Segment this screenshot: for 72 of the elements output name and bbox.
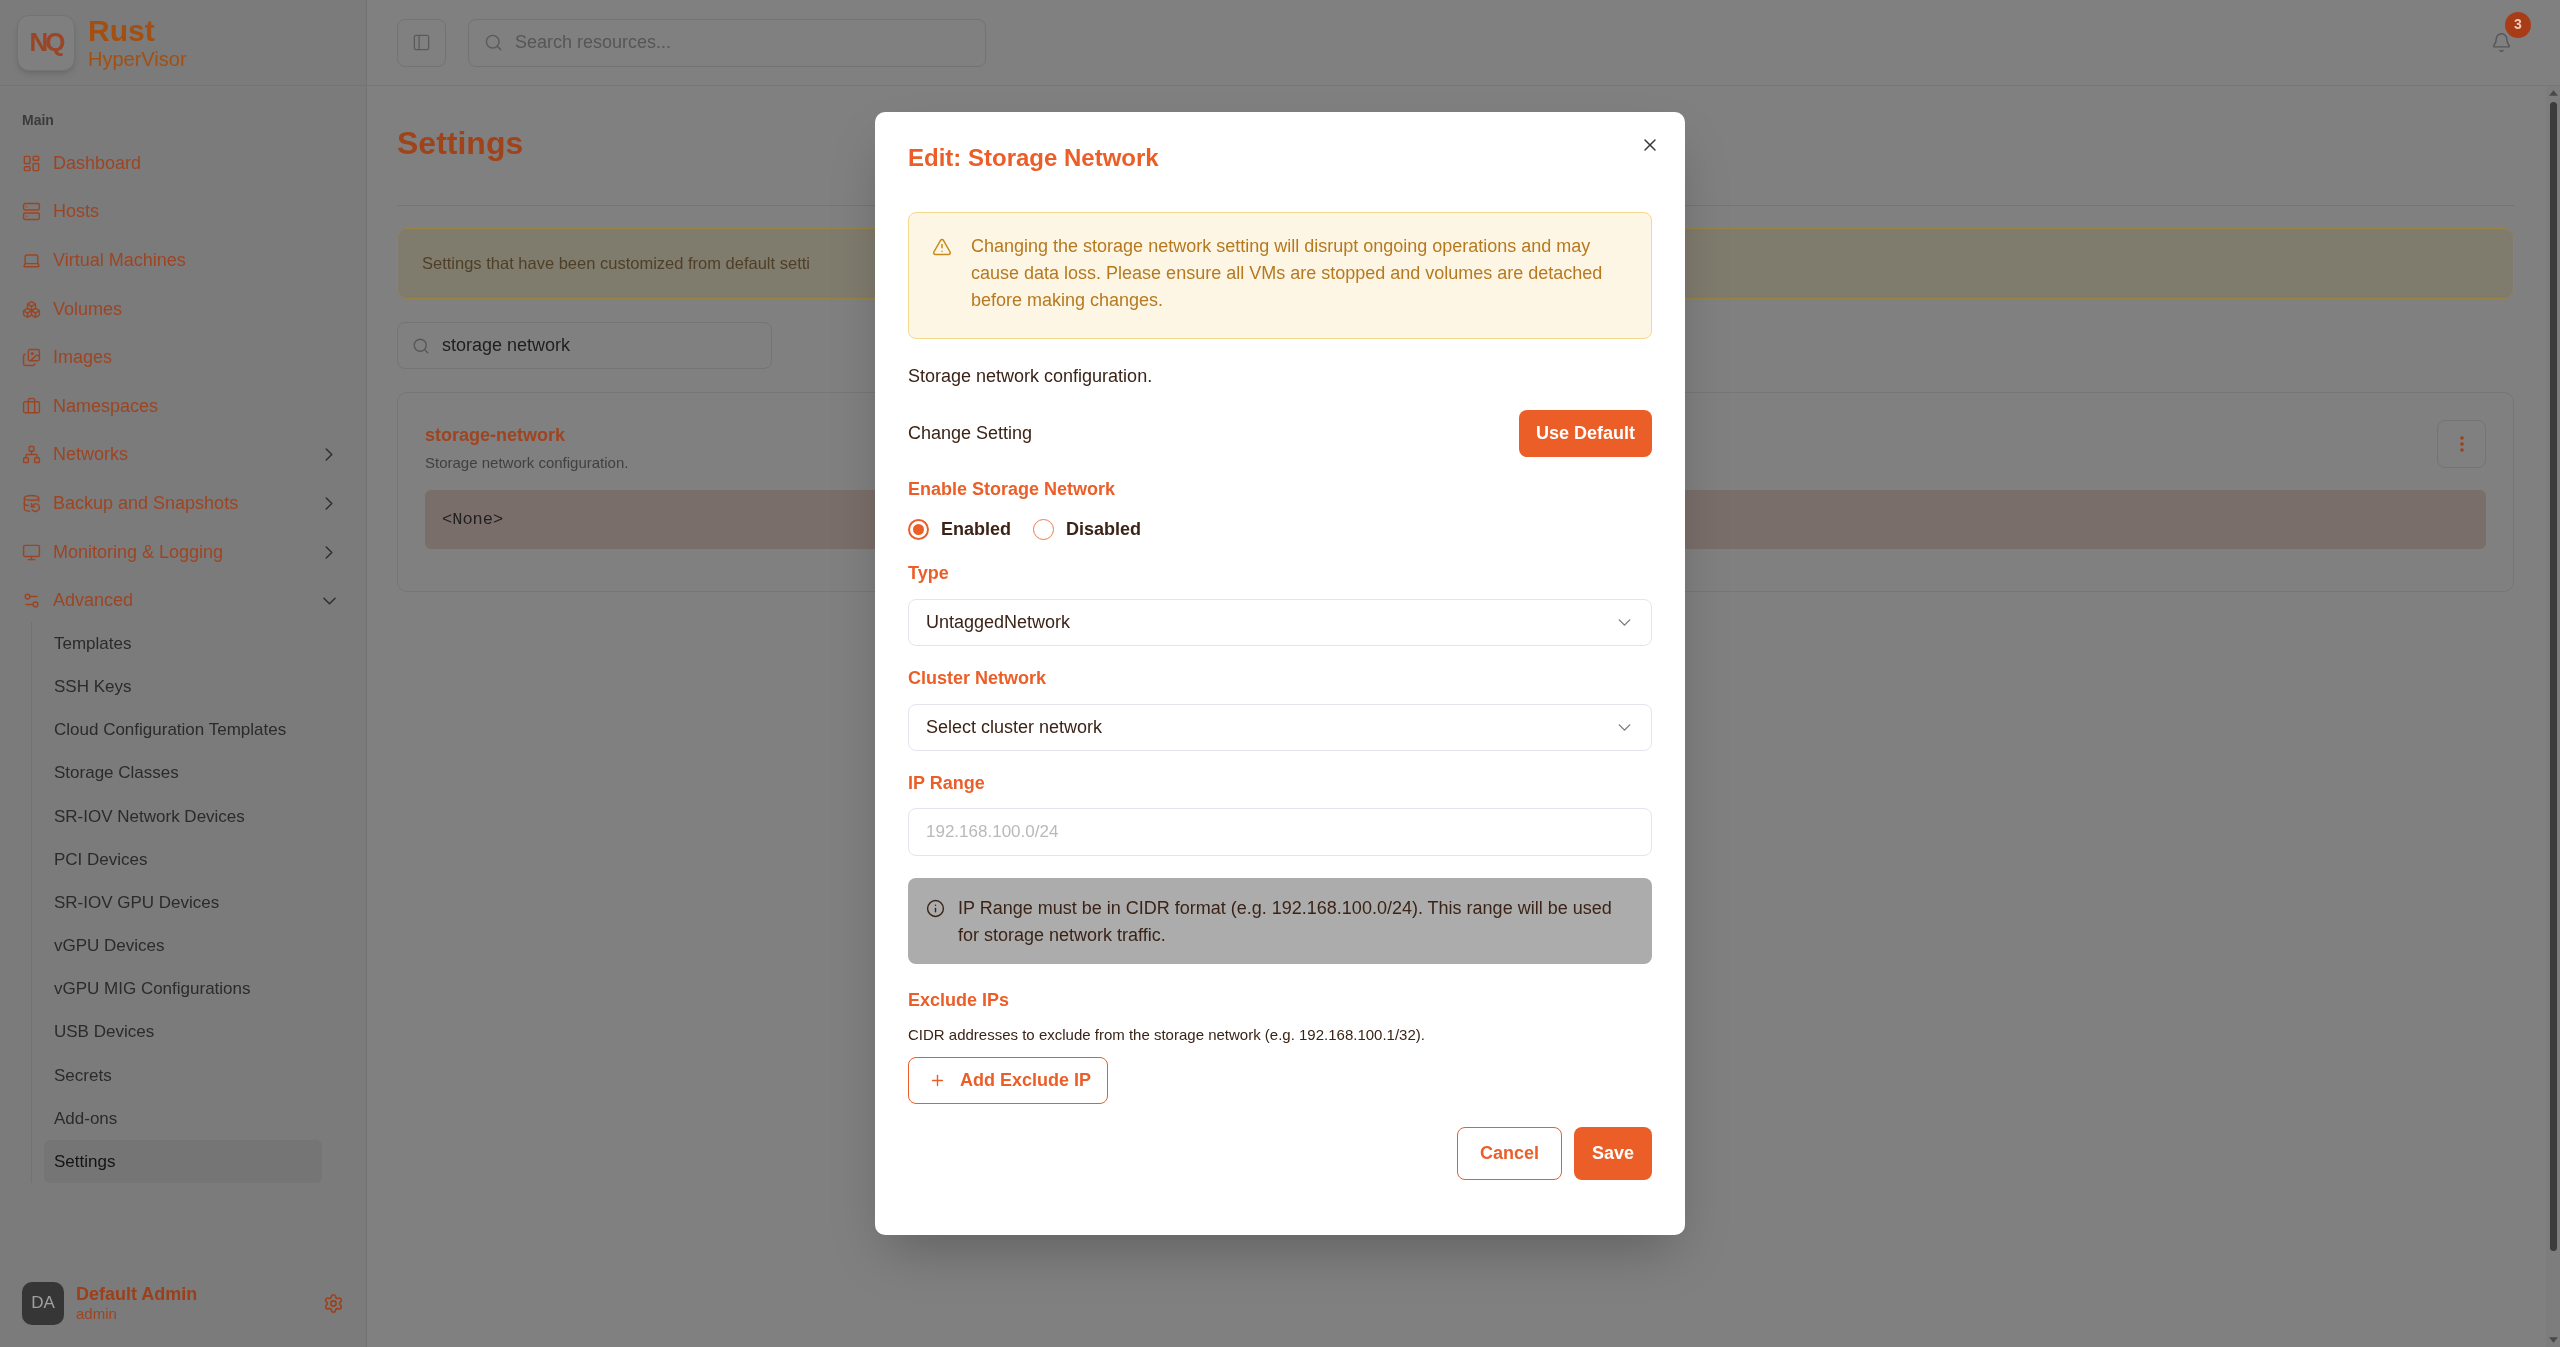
user-avatar: DA bbox=[22, 1281, 64, 1325]
user-name: Default Admin bbox=[76, 1283, 198, 1305]
search-icon bbox=[484, 33, 503, 52]
use-default-button[interactable]: Use Default bbox=[1518, 410, 1652, 457]
field-label: Exclude IPs bbox=[908, 989, 1010, 1012]
sidebar-subitem[interactable]: Secrets bbox=[44, 1053, 322, 1097]
input-field[interactable]: 192.168.100.0/24 bbox=[908, 808, 1652, 856]
info-text: IP Range must be in CIDR format (e.g. 192.168.100.0/24). This range will be used for storage network traffic. bbox=[958, 897, 1613, 947]
filter-field[interactable]: storage network bbox=[397, 322, 772, 369]
brand-title: Rust bbox=[88, 14, 156, 47]
sidebar-subitem[interactable]: SSH Keys bbox=[44, 665, 322, 709]
select-field[interactable]: UntaggedNetwork bbox=[908, 599, 1652, 646]
kebab-icon bbox=[2459, 436, 2464, 452]
change-setting-label: Change Setting bbox=[908, 422, 1033, 445]
setting-description: Storage network configuration. bbox=[425, 453, 629, 473]
scroll-up-icon[interactable] bbox=[2548, 90, 2558, 96]
scroll-down-icon[interactable] bbox=[2548, 1337, 2558, 1343]
setting-name: storage-network bbox=[425, 424, 566, 447]
sidebar-subitem[interactable]: vGPU Devices bbox=[44, 924, 322, 968]
save-button[interactable]: Save bbox=[1573, 1127, 1652, 1180]
page-title: Settings bbox=[397, 124, 524, 163]
server-icon bbox=[22, 202, 41, 222]
plus-icon bbox=[929, 1072, 946, 1089]
monitor-icon bbox=[22, 542, 41, 562]
dialog-title: Edit: Storage Network bbox=[908, 143, 1159, 173]
logo: NQ bbox=[17, 14, 75, 71]
brand-subtitle: HyperVisor bbox=[88, 46, 187, 71]
sidebar-subitem[interactable]: vGPU MIG Configurations bbox=[44, 967, 322, 1011]
radio-label: Enabled bbox=[941, 517, 1011, 541]
user-settings-button[interactable] bbox=[322, 1292, 344, 1314]
warning-icon bbox=[932, 237, 952, 257]
field-label: Type bbox=[908, 562, 949, 585]
add-exclude-ip-button[interactable]: Add Exclude IP bbox=[908, 1057, 1109, 1104]
panel-left-icon bbox=[412, 33, 431, 52]
images-icon bbox=[22, 348, 41, 368]
bell-icon bbox=[2490, 32, 2512, 53]
dialog-description: Storage network configuration. bbox=[908, 365, 1153, 388]
sidebar-subitem[interactable]: Add-ons bbox=[44, 1097, 322, 1141]
sidebar-toggle-button[interactable] bbox=[397, 18, 446, 67]
database-icon bbox=[22, 493, 41, 513]
warning-text: Changing the storage network setting will disrupt ongoing operations and may cause data loss. Please ensure all VMs are stopped and volumes are detached before making changes. bbox=[971, 235, 1604, 312]
user-role: admin bbox=[76, 1305, 118, 1323]
sidebar-subitem[interactable]: Settings bbox=[44, 1140, 322, 1184]
radio-label: Disabled bbox=[1066, 517, 1142, 541]
radio-button[interactable] bbox=[908, 518, 929, 540]
field-help: CIDR addresses to exclude from the storage network (e.g. 192.168.100.1/32). bbox=[908, 1025, 1425, 1045]
boxes-icon bbox=[22, 299, 41, 319]
info-icon bbox=[926, 899, 945, 918]
sidebar-subitem[interactable]: SR-IOV GPU Devices bbox=[44, 881, 322, 925]
sidebar-subitem[interactable]: USB Devices bbox=[44, 1010, 322, 1054]
search-icon bbox=[412, 336, 430, 355]
settings-icon bbox=[322, 1292, 344, 1314]
network-icon bbox=[22, 445, 41, 465]
chevron-down-icon bbox=[1618, 724, 1631, 731]
notification-badge: 3 bbox=[2505, 11, 2531, 38]
notifications-button[interactable] bbox=[2490, 31, 2512, 54]
select-field[interactable]: Select cluster network bbox=[908, 704, 1652, 751]
sidebar-subitem[interactable]: Cloud Configuration Templates bbox=[44, 708, 322, 752]
sidebar-subitem[interactable]: SR-IOV Network Devices bbox=[44, 794, 322, 838]
more-options-button[interactable] bbox=[2437, 420, 2486, 468]
laptop-icon bbox=[22, 251, 41, 270]
sidebar-subitem[interactable]: Storage Classes bbox=[44, 751, 322, 795]
briefcase-icon bbox=[22, 396, 41, 416]
field-label: IP Range bbox=[908, 772, 985, 795]
layout-grid-icon bbox=[22, 153, 41, 173]
cancel-button[interactable]: Cancel bbox=[1456, 1127, 1562, 1180]
notice-text: Settings that have been customized from default setti bbox=[422, 253, 810, 275]
chevron-down-icon bbox=[1618, 619, 1631, 626]
field-label: Cluster Network bbox=[908, 667, 1047, 690]
sliders-icon bbox=[22, 591, 41, 611]
sidebar-subitem[interactable]: PCI Devices bbox=[44, 837, 322, 882]
section-label: Main bbox=[21, 111, 55, 130]
